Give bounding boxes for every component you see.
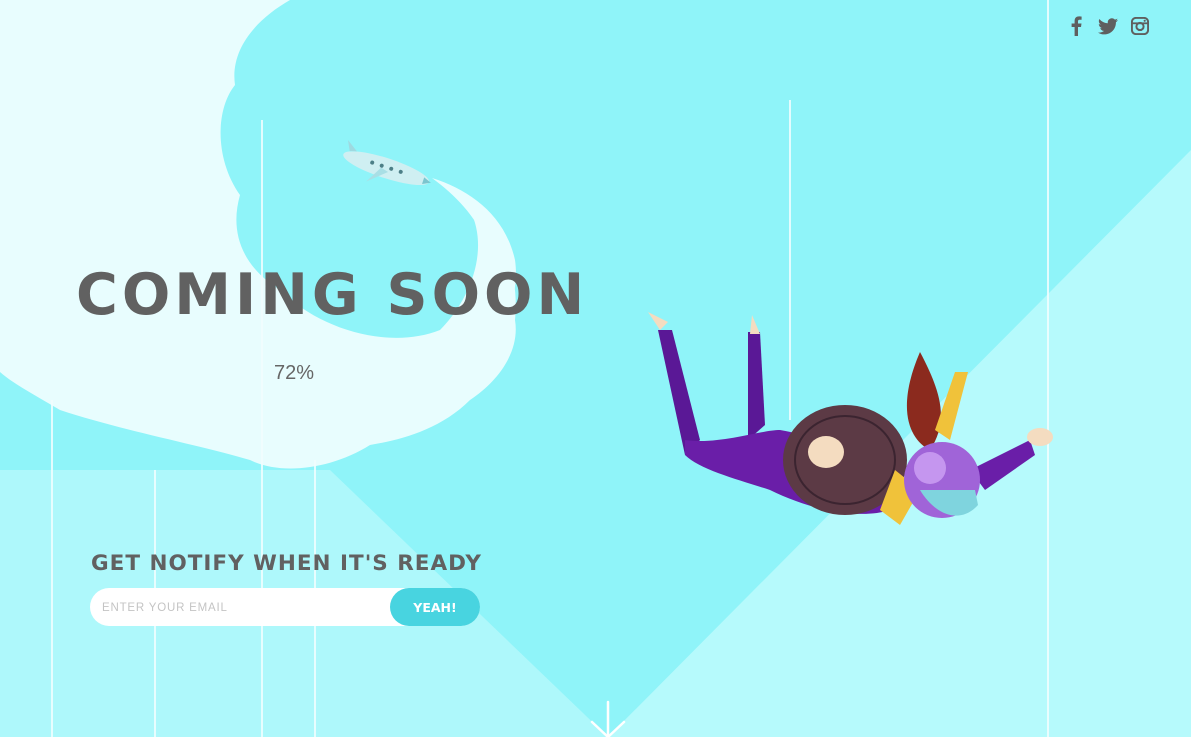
social-links	[1065, 14, 1151, 38]
notify-heading: GET NOTIFY WHEN IT'S READY	[91, 551, 482, 576]
airplane	[343, 140, 431, 186]
submit-button[interactable]: YEAH!	[390, 588, 480, 626]
notify-form: YEAH!	[90, 588, 480, 628]
page-title: COMING SOON	[76, 262, 589, 328]
email-input[interactable]	[100, 588, 394, 628]
facebook-icon[interactable]	[1065, 14, 1087, 38]
twitter-icon[interactable]	[1097, 14, 1119, 38]
progress-percentage: 72%	[274, 362, 315, 384]
scroll-down-arrow-icon[interactable]	[588, 700, 628, 737]
instagram-icon[interactable]	[1129, 14, 1151, 38]
